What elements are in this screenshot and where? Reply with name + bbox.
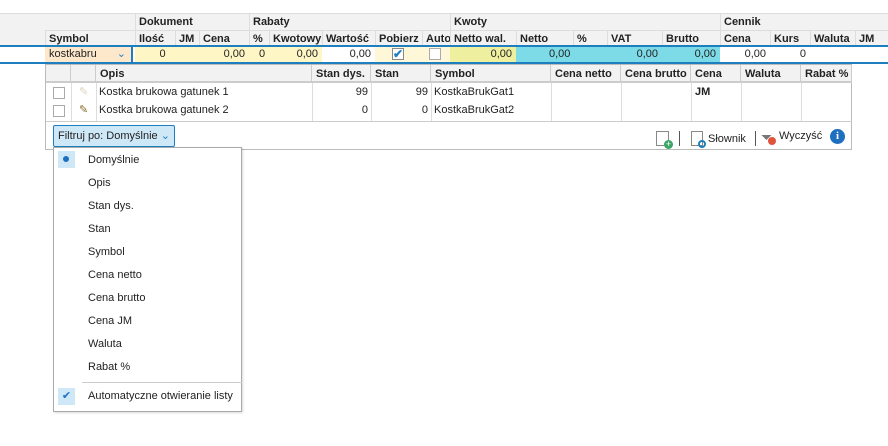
col-vat-pct[interactable]: %: [573, 30, 607, 46]
list-col-cena-jm[interactable]: Cena JM: [691, 65, 741, 98]
row-symbol: KostkaBrukGat1: [434, 86, 515, 98]
list-col-check: [46, 65, 71, 83]
netto-wal-field[interactable]: 0,00: [450, 47, 516, 62]
row-stan: 0: [421, 104, 428, 116]
col-vat[interactable]: VAT: [607, 30, 662, 46]
row-checkbox[interactable]: [53, 87, 65, 99]
grid-header: Dokument Rabaty Kwoty Cennik Symbol Iloś…: [0, 13, 888, 46]
list-col-symbol[interactable]: Symbol: [431, 65, 551, 83]
col-cennik-cena[interactable]: Cena: [720, 30, 770, 46]
vat-field[interactable]: 0,00: [607, 47, 662, 62]
filter-option-cena-netto[interactable]: Cena netto: [88, 265, 142, 285]
group-kwoty: Kwoty: [450, 14, 720, 30]
col-jm[interactable]: JM: [175, 30, 199, 46]
col-pobierz[interactable]: Pobierz: [375, 30, 422, 46]
filter-option-opis[interactable]: Opis: [88, 173, 111, 193]
cena-field[interactable]: 0,00: [199, 47, 249, 62]
dictionary-search-icon[interactable]: [691, 131, 706, 148]
wyczysc-button[interactable]: Wyczyść: [779, 128, 822, 144]
slownik-button[interactable]: Słownik: [708, 131, 746, 147]
input-row: kostkabru ⌄ 0 0,00 0 0,00 0,00 ✔ 0,00 0,0…: [0, 45, 888, 64]
filter-button[interactable]: Filtruj po: Domyślnie ⌄: [53, 125, 175, 147]
filter-option-waluta[interactable]: Waluta: [88, 334, 122, 354]
kurs-field[interactable]: 0: [770, 47, 810, 62]
netto-field[interactable]: 0,00: [545, 47, 585, 62]
auto-open-toggle[interactable]: Automatyczne otwieranie listy: [88, 386, 233, 406]
filter-option-cena-jm[interactable]: Cena JM: [88, 311, 132, 331]
col-waluta[interactable]: Waluta: [810, 30, 855, 46]
filter-option-domyslnie[interactable]: Domyślnie: [88, 150, 139, 170]
list-col-cena-netto[interactable]: Cena netto: [551, 65, 621, 83]
list-col-icon: [71, 65, 96, 83]
group-cennik: Cennik: [720, 14, 888, 30]
col-kurs[interactable]: Kurs: [770, 30, 810, 46]
col-rabat-pct[interactable]: %: [249, 30, 269, 46]
menu-separator: [82, 382, 242, 383]
filter-option-stan[interactable]: Stan: [88, 219, 111, 239]
col-cena[interactable]: Cena: [199, 30, 249, 46]
lookup-panel: Opis Stan dys. Stan Symbol Cena netto Ce…: [45, 64, 852, 150]
filter-option-cena-brutto[interactable]: Cena brutto: [88, 288, 145, 308]
list-col-stan[interactable]: Stan: [371, 65, 431, 83]
row-stan: 99: [415, 86, 428, 98]
kwotowy-field[interactable]: 0,00: [269, 47, 322, 62]
filter-menu: Domyślnie Opis Stan dys. Stan Symbol Cen…: [53, 147, 242, 412]
symbol-value: kostkabru: [49, 48, 97, 60]
list-col-waluta[interactable]: Waluta: [741, 65, 801, 83]
col-brutto[interactable]: Brutto: [662, 30, 720, 46]
list-col-rabat[interactable]: Rabat %: [801, 65, 852, 83]
info-icon[interactable]: i: [830, 129, 845, 144]
pencil-icon: ✎: [79, 104, 89, 116]
filter-label: Filtruj po: Domyślnie: [58, 130, 158, 142]
row-stan-dys: 99: [355, 86, 368, 98]
row-opis: Kostka brukowa gatunek 2: [99, 104, 229, 116]
col-netto-wal[interactable]: Netto wal.: [450, 30, 516, 46]
chevron-down-icon[interactable]: ⌄: [117, 47, 126, 62]
wartosc-field[interactable]: 0,00: [322, 47, 375, 62]
ilosc-field[interactable]: 0: [150, 47, 175, 62]
col-auto[interactable]: Auto: [422, 30, 450, 46]
row-symbol: KostkaBrukGat2: [434, 104, 515, 116]
row-stan-dys: 0: [361, 104, 368, 116]
col-wartosc[interactable]: Wartość: [322, 30, 375, 46]
clear-filter-icon[interactable]: ⏷: [761, 129, 776, 146]
col-symbol[interactable]: Symbol: [45, 30, 135, 46]
filter-option-rabat[interactable]: Rabat %: [88, 357, 130, 377]
check-icon: ✔: [58, 388, 75, 405]
selected-bullet-icon: [58, 151, 75, 168]
filter-option-stan-dys[interactable]: Stan dys.: [88, 196, 134, 216]
row-opis: Kostka brukowa gatunek 1: [99, 86, 229, 98]
group-rabaty: Rabaty: [249, 14, 450, 30]
symbol-input[interactable]: kostkabru ⌄: [45, 47, 133, 62]
filter-option-symbol[interactable]: Symbol: [88, 242, 125, 262]
chevron-down-icon: ⌄: [160, 130, 170, 142]
list-col-stan-dys[interactable]: Stan dys.: [312, 65, 371, 83]
list-col-cena-brutto[interactable]: Cena brutto: [621, 65, 691, 83]
auto-checkbox[interactable]: [429, 48, 441, 60]
col-kwotowy[interactable]: Kwotowy: [269, 30, 322, 46]
col-netto[interactable]: Netto: [516, 30, 573, 46]
cennik-cena-field[interactable]: 0,00: [720, 47, 770, 62]
group-dokument: Dokument: [135, 14, 249, 30]
col-cennik-jm[interactable]: JM: [855, 30, 888, 46]
add-document-icon[interactable]: +: [656, 131, 673, 149]
rabat-pct-field[interactable]: 0: [255, 47, 269, 62]
col-ilosc[interactable]: Ilość: [135, 30, 175, 46]
pencil-icon: ✎: [79, 86, 89, 98]
brutto-field[interactable]: 0,00: [662, 47, 720, 62]
row-checkbox[interactable]: [53, 105, 65, 117]
list-col-opis[interactable]: Opis: [96, 65, 312, 83]
pobierz-checkbox[interactable]: ✔: [392, 48, 404, 60]
